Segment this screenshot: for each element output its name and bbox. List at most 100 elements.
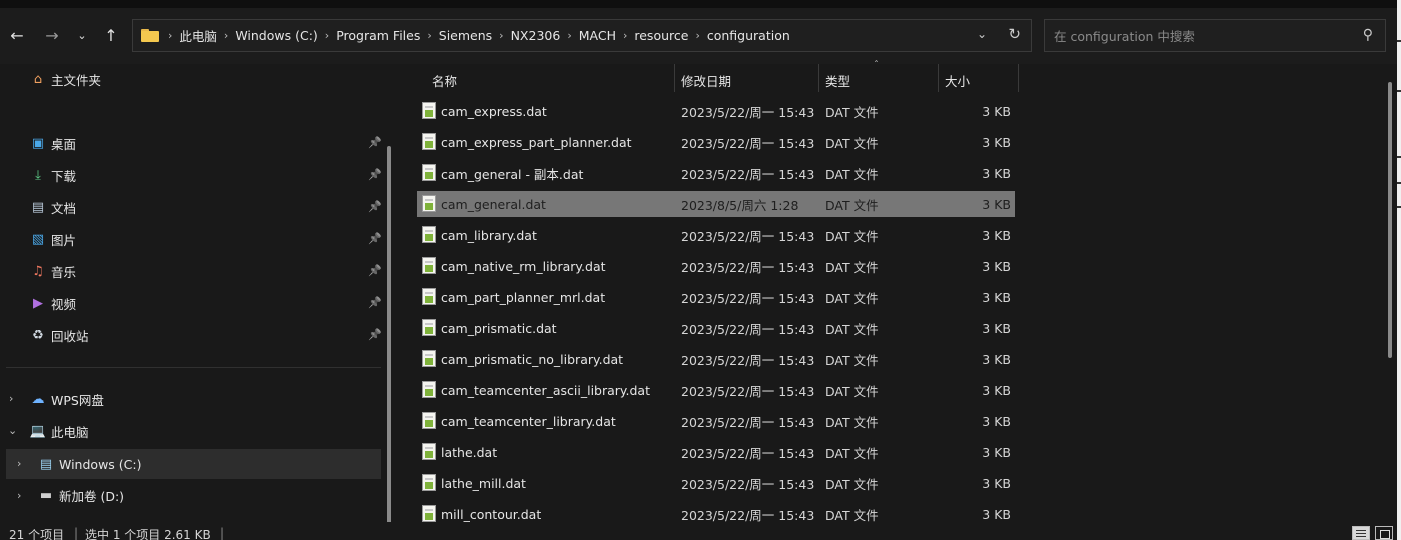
file-name: mill_contour.dat	[441, 506, 542, 522]
cloud-icon: ☁	[31, 391, 45, 407]
search-box[interactable]: 在 configuration 中搜索 ⚲	[1044, 19, 1386, 52]
chevron-right-icon[interactable]: ›	[325, 29, 329, 42]
breadcrumb-item[interactable]: Siemens	[439, 28, 492, 43]
chevron-right-icon[interactable]: ›	[695, 29, 699, 42]
file-type: DAT 文件	[825, 445, 879, 461]
refresh-icon[interactable]: ↻	[1008, 25, 1021, 43]
file-row[interactable]: cam_teamcenter_library.dat 2023/5/22/周一 1…	[417, 408, 1015, 434]
file-name: cam_prismatic_no_library.dat	[441, 351, 624, 367]
file-modified-date: 2023/5/22/周一 15:43	[681, 104, 815, 120]
file-modified-date: 2023/5/22/周一 15:43	[681, 507, 815, 523]
recent-locations-button[interactable]: ⌄	[69, 22, 95, 48]
breadcrumb-item[interactable]: configuration	[707, 28, 790, 43]
file-size: 3 KB	[982, 134, 1011, 150]
sidebar-scrollbar[interactable]	[387, 146, 391, 524]
file-row[interactable]: cam_prismatic_no_library.dat 2023/5/22/周一…	[417, 346, 1015, 372]
chevron-right-icon[interactable]: ›	[567, 29, 571, 42]
pin-icon[interactable]: 📌	[368, 136, 382, 149]
arrow-up-icon: ↑	[104, 25, 118, 45]
search-input[interactable]: 在 configuration 中搜索	[1054, 26, 1195, 45]
back-button[interactable]: ←	[4, 22, 30, 48]
chevron-right-icon[interactable]: ›	[17, 489, 21, 502]
file-name: cam_part_planner_mrl.dat	[441, 289, 606, 305]
up-button[interactable]: ↑	[98, 22, 124, 48]
sidebar-item-quick[interactable]: ♫ 音乐	[30, 256, 76, 286]
file-modified-date: 2023/5/22/周一 15:43	[681, 321, 815, 337]
chevron-right-icon[interactable]: ›	[499, 29, 503, 42]
column-header-size[interactable]: 大小	[939, 67, 970, 93]
address-bar[interactable]: › 此电脑 › Windows (C:) › Program Files › Siemens…	[132, 19, 1032, 52]
sidebar-item-quick[interactable]: ▤ 文档	[30, 192, 76, 222]
sidebar-item-wps[interactable]: ☁ WPS网盘	[30, 384, 104, 414]
breadcrumb-item[interactable]: Program Files	[336, 28, 420, 43]
file-name: lathe_mill.dat	[441, 475, 526, 491]
address-history-button[interactable]: ⌄	[977, 27, 987, 41]
divider	[6, 367, 381, 368]
chevron-right-icon[interactable]: ›	[427, 29, 431, 42]
file-type: DAT 文件	[825, 321, 879, 337]
file-row[interactable]: cam_express.dat 2023/5/22/周一 15:43 DAT 文件 3…	[417, 98, 1015, 124]
file-row[interactable]: cam_express_part_planner.dat 2023/5/22/周一…	[417, 129, 1015, 155]
file-row[interactable]: cam_part_planner_mrl.dat 2023/5/22/周一 15:…	[417, 284, 1015, 310]
breadcrumb-item[interactable]: NX2306	[511, 28, 561, 43]
column-header-date[interactable]: 修改日期	[675, 67, 731, 93]
dat-file-icon	[422, 288, 436, 305]
breadcrumb-item[interactable]: 此电脑	[179, 26, 217, 45]
file-row[interactable]: cam_general.dat 2023/8/5/周六 1:28 DAT 文件 3 K…	[417, 191, 1015, 217]
sidebar-item-quick[interactable]: ♻ 回收站	[30, 320, 88, 350]
column-label: 类型	[825, 73, 851, 89]
pin-icon[interactable]: 📌	[368, 200, 382, 213]
column-label: 大小	[945, 73, 971, 89]
chevron-right-icon[interactable]: ›	[623, 29, 627, 42]
file-type: DAT 文件	[825, 135, 879, 151]
file-row[interactable]: lathe_mill.dat 2023/5/22/周一 15:43 DAT 文件 3 …	[417, 470, 1015, 496]
document-icon: ▤	[31, 199, 45, 215]
column-header-name[interactable]: 名称	[426, 67, 457, 93]
file-modified-date: 2023/5/22/周一 15:43	[681, 445, 815, 461]
sidebar-item-quick[interactable]: ⤓ 下载	[30, 160, 76, 190]
large-icons-view-button[interactable]	[1375, 526, 1393, 540]
sidebar-item-this-pc[interactable]: 💻 此电脑	[30, 416, 89, 446]
file-size: 3 KB	[982, 444, 1011, 460]
pin-icon[interactable]: 📌	[368, 264, 382, 277]
file-type: DAT 文件	[825, 197, 879, 213]
file-row[interactable]: cam_native_rm_library.dat 2023/5/22/周一 15…	[417, 253, 1015, 279]
file-row[interactable]: cam_general - 副本.dat 2023/5/22/周一 15:43 DA…	[417, 160, 1015, 186]
breadcrumb-item[interactable]: Windows (C:)	[235, 28, 317, 43]
column-divider[interactable]	[1018, 64, 1019, 92]
recycle-bin-icon: ♻	[32, 327, 44, 343]
file-modified-date: 2023/5/22/周一 15:43	[681, 476, 815, 492]
details-view-button[interactable]	[1352, 526, 1370, 540]
file-size: 3 KB	[982, 320, 1011, 336]
file-row[interactable]: lathe.dat 2023/5/22/周一 15:43 DAT 文件 3 KB	[417, 439, 1015, 465]
breadcrumb-item[interactable]: MACH	[579, 28, 616, 43]
sidebar-item-quick[interactable]: ▣ 桌面	[30, 128, 76, 158]
sidebar-item-drive-c[interactable]: ▤ Windows (C:)	[38, 449, 142, 479]
sidebar-item-quick[interactable]: ▶ 视频	[30, 288, 76, 318]
pin-icon[interactable]: 📌	[368, 232, 382, 245]
file-row[interactable]: cam_prismatic.dat 2023/5/22/周一 15:43 DAT 文…	[417, 315, 1015, 341]
breadcrumb-item[interactable]: resource	[634, 28, 688, 43]
file-list-scrollbar[interactable]	[1388, 82, 1392, 358]
file-size: 3 KB	[982, 258, 1011, 274]
pin-icon[interactable]: 📌	[368, 296, 382, 309]
file-row[interactable]: cam_library.dat 2023/5/22/周一 15:43 DAT 文件 3…	[417, 222, 1015, 248]
file-name: cam_prismatic.dat	[441, 320, 557, 336]
chevron-right-icon[interactable]: ›	[9, 392, 13, 405]
breadcrumb: 此电脑 › Windows (C:) › Program Files › Siemens › N…	[175, 26, 793, 45]
sidebar-item-quick[interactable]: ▧ 图片	[30, 224, 76, 254]
chevron-right-icon[interactable]: ›	[17, 457, 21, 470]
chevron-down-icon[interactable]: ⌄	[8, 424, 17, 437]
chevron-right-icon[interactable]: ›	[224, 29, 228, 42]
pin-icon[interactable]: 📌	[368, 328, 382, 341]
folder-icon	[141, 29, 159, 42]
column-header-type[interactable]: 类型	[819, 67, 850, 93]
sidebar-item-drive-d[interactable]: ▬ 新加卷 (D:)	[38, 480, 124, 510]
forward-button[interactable]: →	[39, 22, 65, 48]
pin-icon[interactable]: 📌	[368, 168, 382, 181]
file-modified-date: 2023/5/22/周一 15:43	[681, 383, 815, 399]
file-size: 3 KB	[982, 103, 1011, 119]
file-name: cam_express.dat	[441, 103, 547, 119]
file-row[interactable]: cam_teamcenter_ascii_library.dat 2023/5/2…	[417, 377, 1015, 403]
sidebar-item-home[interactable]: ⌂ 主文件夹	[30, 64, 101, 94]
